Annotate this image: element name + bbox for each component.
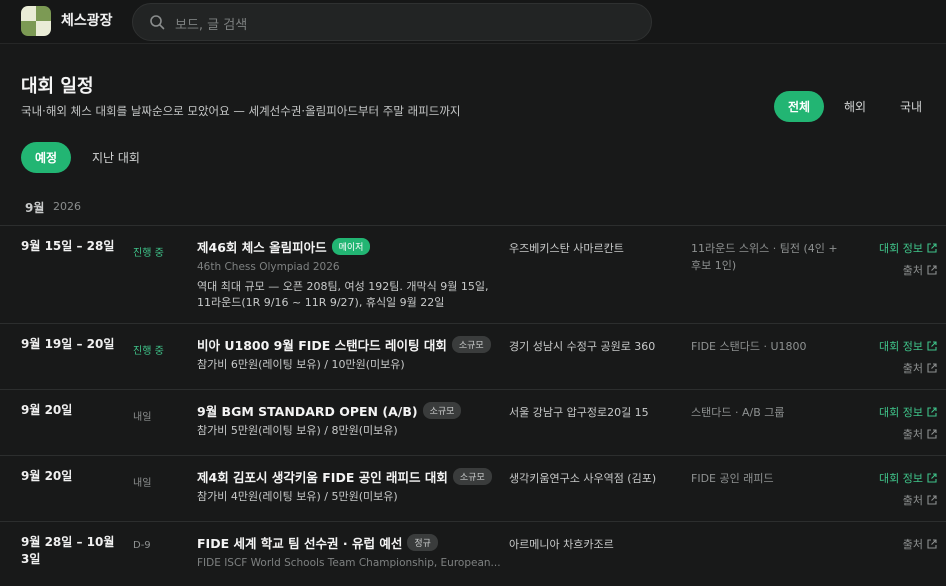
event-info-link[interactable]: 대회 정보 (879, 404, 937, 420)
event-title[interactable]: FIDE 세계 학교 팀 선수권 · 유럽 예선 정규 (197, 533, 438, 552)
event-info-link[interactable]: 대회 정보 (879, 240, 937, 256)
event-date: 9월 20일 (21, 469, 73, 483)
external-link-icon (927, 473, 937, 483)
event-title[interactable]: 제46회 체스 올림피아드 메이저 (197, 237, 371, 256)
event-description: 역대 최대 규모 — 오픈 208팀, 여성 192팀. 개막식 9월 15일,… (197, 280, 489, 309)
event-title[interactable]: 제4회 김포시 생각키움 FIDE 공인 래피드 대회 소규모 (197, 467, 492, 486)
month-label: 9월 (25, 201, 45, 215)
event-row[interactable]: 9월 28일 – 10월 3일 D-9 FIDE 세계 학교 팀 선수권 · 유럽… (0, 521, 946, 586)
event-location: 경기 성남시 수정구 공원로 360 (509, 340, 656, 353)
event-info-link[interactable]: 대회 정보 (879, 338, 937, 354)
app-logo[interactable] (21, 6, 51, 36)
event-status: 내일 (133, 478, 152, 489)
event-row[interactable]: 9월 19일 – 20일 진행 중 비아 U1800 9월 FIDE 스탠다드 … (0, 323, 946, 389)
external-link-icon (927, 363, 937, 373)
event-status: D-9 (133, 540, 151, 551)
event-row[interactable]: 9월 20일 내일 제4회 김포시 생각키움 FIDE 공인 래피드 대회 소규모… (0, 455, 946, 521)
event-row[interactable]: 9월 20일 내일 9월 BGM STANDARD OPEN (A/B) 소규모 … (0, 389, 946, 455)
event-source-link[interactable]: 출처 (903, 360, 937, 376)
app-name[interactable]: 체스광장 (61, 10, 113, 30)
event-info-link[interactable]: 대회 정보 (879, 470, 937, 486)
event-location: 우즈베키스탄 사마르칸트 (509, 242, 624, 255)
search-placeholder: 보드, 글 검색 (175, 18, 248, 33)
filter-all[interactable]: 전체 (774, 91, 824, 122)
event-title[interactable]: 비아 U1800 9월 FIDE 스탠다드 레이팅 대회 소규모 (197, 335, 491, 354)
event-description: 참가비 6만원(레이팅 보유) / 10만원(미보유) (197, 358, 405, 371)
event-location: 생각키움연구소 사우역점 (김포) (509, 472, 657, 485)
tab-past[interactable]: 지난 대회 (80, 142, 152, 173)
event-description: 참가비 5만원(레이팅 보유) / 8만원(미보유) (197, 424, 398, 437)
event-location: 서울 강남구 압구정로20길 15 (509, 406, 649, 419)
external-link-icon (927, 539, 937, 549)
page-title: 대회 일정 (21, 76, 94, 97)
top-bar: 체스광장 보드, 글 검색 (0, 0, 946, 44)
page-subtitle: 국내·해외 체스 대회를 날짜순으로 모았어요 — 세계선수권·올림피아드부터 … (21, 104, 461, 118)
event-status: 진행 중 (133, 346, 164, 357)
event-status: 진행 중 (133, 248, 164, 259)
search-input[interactable]: 보드, 글 검색 (132, 3, 652, 41)
external-link-icon (927, 429, 937, 439)
event-title[interactable]: 9월 BGM STANDARD OPEN (A/B) 소규모 (197, 401, 462, 420)
external-link-icon (927, 265, 937, 275)
tab-upcoming[interactable]: 예정 (21, 142, 71, 173)
filter-overseas[interactable]: 해외 (832, 91, 878, 122)
event-description: 참가비 4만원(레이팅 보유) / 5만원(미보유) (197, 490, 398, 503)
event-status: 내일 (133, 412, 152, 423)
event-badge: 소규모 (452, 468, 492, 485)
external-link-icon (927, 243, 937, 253)
event-badge: 소규모 (451, 336, 491, 353)
event-format: 스탠다드 · A/B 그룹 (691, 406, 785, 419)
event-format: 11라운드 스위스 · 팀전 (4인 + 후보 1인) (691, 242, 838, 272)
external-link-icon (927, 341, 937, 351)
event-source-link[interactable]: 출처 (903, 262, 937, 278)
event-source-link[interactable]: 출처 (903, 492, 937, 508)
year-label: 2026 (53, 200, 81, 213)
event-badge: 메이저 (331, 238, 371, 255)
filter-domestic[interactable]: 국내 (888, 91, 934, 122)
event-badge: 정규 (407, 534, 438, 551)
event-format: FIDE 공인 래피드 (691, 472, 774, 485)
event-date: 9월 19일 – 20일 (21, 337, 115, 351)
external-link-icon (927, 407, 937, 417)
event-english-title: 46th Chess Olympiad 2026 (197, 261, 340, 273)
event-source-link[interactable]: 출처 (903, 426, 937, 442)
event-date: 9월 15일 – 28일 (21, 239, 115, 253)
search-icon (150, 15, 165, 30)
event-location: 아르메니아 차흐카조르 (509, 538, 614, 551)
event-date: 9월 20일 (21, 403, 73, 417)
event-date: 9월 28일 – 10월 3일 (21, 535, 115, 566)
external-link-icon (927, 495, 937, 505)
event-english-title: FIDE ISCF World Schools Team Championshi… (197, 557, 501, 569)
event-badge: 소규모 (422, 402, 462, 419)
event-format: FIDE 스탠다드 · U1800 (691, 340, 807, 353)
event-source-link[interactable]: 출처 (903, 536, 937, 552)
event-row[interactable]: 9월 15일 – 28일 진행 중 제46회 체스 올림피아드 메이저 46th … (0, 225, 946, 323)
